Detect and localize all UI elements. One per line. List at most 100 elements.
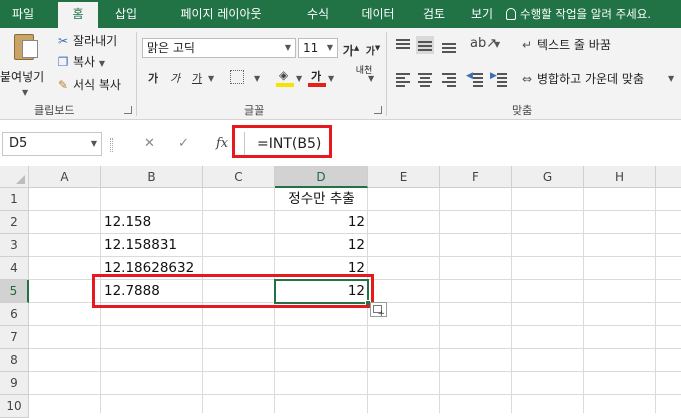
formula-bar: D5 ▼ ✕ ✓ fx =INT(B5): [0, 125, 681, 160]
arrow-up-icon: ▲: [353, 44, 360, 52]
font-size-select[interactable]: 11 ▼: [298, 38, 338, 58]
align-right-icon[interactable]: [440, 70, 458, 88]
gridline: [29, 371, 681, 372]
row-header-6[interactable]: 6: [0, 303, 29, 326]
row-header-5[interactable]: 5: [0, 280, 29, 303]
align-top-icon[interactable]: [394, 36, 412, 54]
column-header-h[interactable]: H: [584, 166, 656, 188]
clipboard-dialog-launcher-icon[interactable]: [124, 106, 132, 114]
cell-b2[interactable]: 12.158: [101, 211, 203, 234]
grow-font-button[interactable]: 가▲: [342, 39, 360, 58]
underline-button[interactable]: 가: [188, 70, 206, 88]
row-header-4[interactable]: 4: [0, 257, 29, 280]
chevron-down-icon: ▼: [326, 43, 334, 52]
borders-icon[interactable]: [230, 70, 244, 84]
font-size-value: 11: [303, 41, 319, 55]
row-header-2[interactable]: 2: [0, 211, 29, 234]
wrap-text-button[interactable]: ↵ 텍스트 줄 바꿈: [520, 36, 611, 54]
align-left-icon[interactable]: [394, 70, 412, 88]
merge-cells-icon: ⇔: [521, 72, 533, 86]
cut-button[interactable]: ✂ 잘라내기: [56, 32, 117, 50]
font-color-label: 가: [311, 70, 322, 83]
row-header-8[interactable]: 8: [0, 349, 29, 372]
clipboard-icon: [14, 34, 38, 60]
row-header-7[interactable]: 7: [0, 326, 29, 349]
tab-home[interactable]: 홈: [58, 2, 98, 28]
name-box-value: D5: [9, 136, 28, 151]
paste-label: 붙여넣기: [0, 70, 45, 84]
copy-label: 복사: [73, 55, 96, 69]
chevron-down-icon: ▼: [22, 88, 29, 97]
cell-d3[interactable]: 12: [275, 234, 368, 257]
enter-icon[interactable]: ✓: [178, 132, 189, 156]
italic-button[interactable]: 가: [166, 70, 184, 88]
column-header-b[interactable]: B: [101, 166, 203, 188]
gridline: [583, 188, 584, 413]
font-color-button[interactable]: 가: [308, 68, 326, 88]
tell-me-box[interactable]: 수행할 작업을 알려 주세요.: [506, 0, 651, 28]
tab-insert[interactable]: 삽입: [106, 0, 146, 28]
paintbrush-icon: ✎: [57, 78, 69, 92]
gridline: [29, 394, 681, 395]
cell-d1[interactable]: 정수만 추출: [275, 188, 368, 211]
chevron-down-icon: ▼: [98, 59, 106, 68]
column-header-c[interactable]: C: [203, 166, 275, 188]
cell-d2[interactable]: 12: [275, 211, 368, 234]
name-box[interactable]: D5 ▼: [2, 132, 102, 156]
insert-function-icon[interactable]: fx: [216, 132, 228, 156]
column-header-f[interactable]: F: [440, 166, 512, 188]
tab-page-layout[interactable]: 페이지 레이아웃: [156, 0, 286, 28]
font-color-swatch: [308, 83, 326, 87]
font-dialog-launcher-icon[interactable]: [374, 106, 382, 114]
column-header-a[interactable]: A: [29, 166, 101, 188]
column-header-g[interactable]: G: [512, 166, 584, 188]
fill-color-button[interactable]: ◈: [276, 68, 294, 88]
column-header-e[interactable]: E: [368, 166, 440, 188]
row-header-10[interactable]: 10: [0, 395, 29, 418]
align-middle-icon[interactable]: [416, 36, 434, 54]
cell-b3[interactable]: 12.158831: [101, 234, 203, 257]
cut-label: 잘라내기: [73, 34, 118, 48]
increase-indent-icon[interactable]: ▶: [490, 70, 508, 88]
worksheet-grid[interactable]: A B C D E F G H 1 2 3 4 5 6 7 8 9 10 정수만…: [0, 166, 681, 418]
tab-view[interactable]: 보기: [462, 0, 502, 28]
row-header-3[interactable]: 3: [0, 234, 29, 257]
row-header-9[interactable]: 9: [0, 372, 29, 395]
tab-formulas[interactable]: 수식: [296, 0, 340, 28]
row-highlight-box: [92, 274, 374, 308]
chevron-down-icon: ▼: [296, 74, 303, 83]
paste-button[interactable]: 붙여넣기 ▼: [0, 32, 48, 98]
font-name-select[interactable]: 맑은 고딕 ▼: [142, 38, 296, 58]
format-painter-button[interactable]: ✎ 서식 복사: [56, 76, 121, 94]
decrease-indent-icon[interactable]: ◀: [466, 70, 484, 88]
copy-icon: ❐: [57, 55, 69, 69]
chevron-down-icon: ▼: [208, 74, 215, 83]
align-center-icon[interactable]: [416, 70, 434, 88]
select-all-corner[interactable]: [0, 166, 29, 188]
shrink-font-button[interactable]: 가▼: [364, 39, 382, 57]
format-painter-label: 서식 복사: [73, 78, 121, 92]
scissors-icon: ✂: [57, 34, 69, 48]
column-header-d[interactable]: D: [275, 166, 368, 188]
column-header-partial[interactable]: [656, 166, 681, 188]
chevron-down-icon: ▼: [284, 43, 292, 52]
merge-center-button[interactable]: ⇔ 병합하고 가운데 맞춤: [520, 70, 644, 88]
chevron-down-icon: ▼: [328, 74, 335, 83]
quick-analysis-icon[interactable]: [370, 302, 387, 319]
chevron-down-icon: ▼: [90, 139, 97, 148]
grow-font-label: 가: [342, 44, 354, 58]
align-bottom-icon[interactable]: [440, 36, 458, 54]
row-header-1[interactable]: 1: [0, 188, 29, 211]
cancel-icon[interactable]: ✕: [144, 132, 155, 156]
splitter-handle[interactable]: [110, 138, 113, 152]
chevron-down-icon: ▼: [368, 74, 375, 83]
tab-data[interactable]: 데이터: [348, 0, 408, 28]
font-name-value: 맑은 고딕: [147, 41, 195, 55]
copy-button[interactable]: ❐ 복사 ▼: [56, 53, 105, 71]
tab-file[interactable]: 파일: [0, 0, 46, 28]
tab-review[interactable]: 검토: [414, 0, 454, 28]
group-divider: [386, 32, 387, 116]
chevron-down-icon: ▼: [494, 40, 501, 49]
shrink-font-label: 가: [365, 46, 375, 58]
bold-button[interactable]: 가: [144, 70, 162, 88]
